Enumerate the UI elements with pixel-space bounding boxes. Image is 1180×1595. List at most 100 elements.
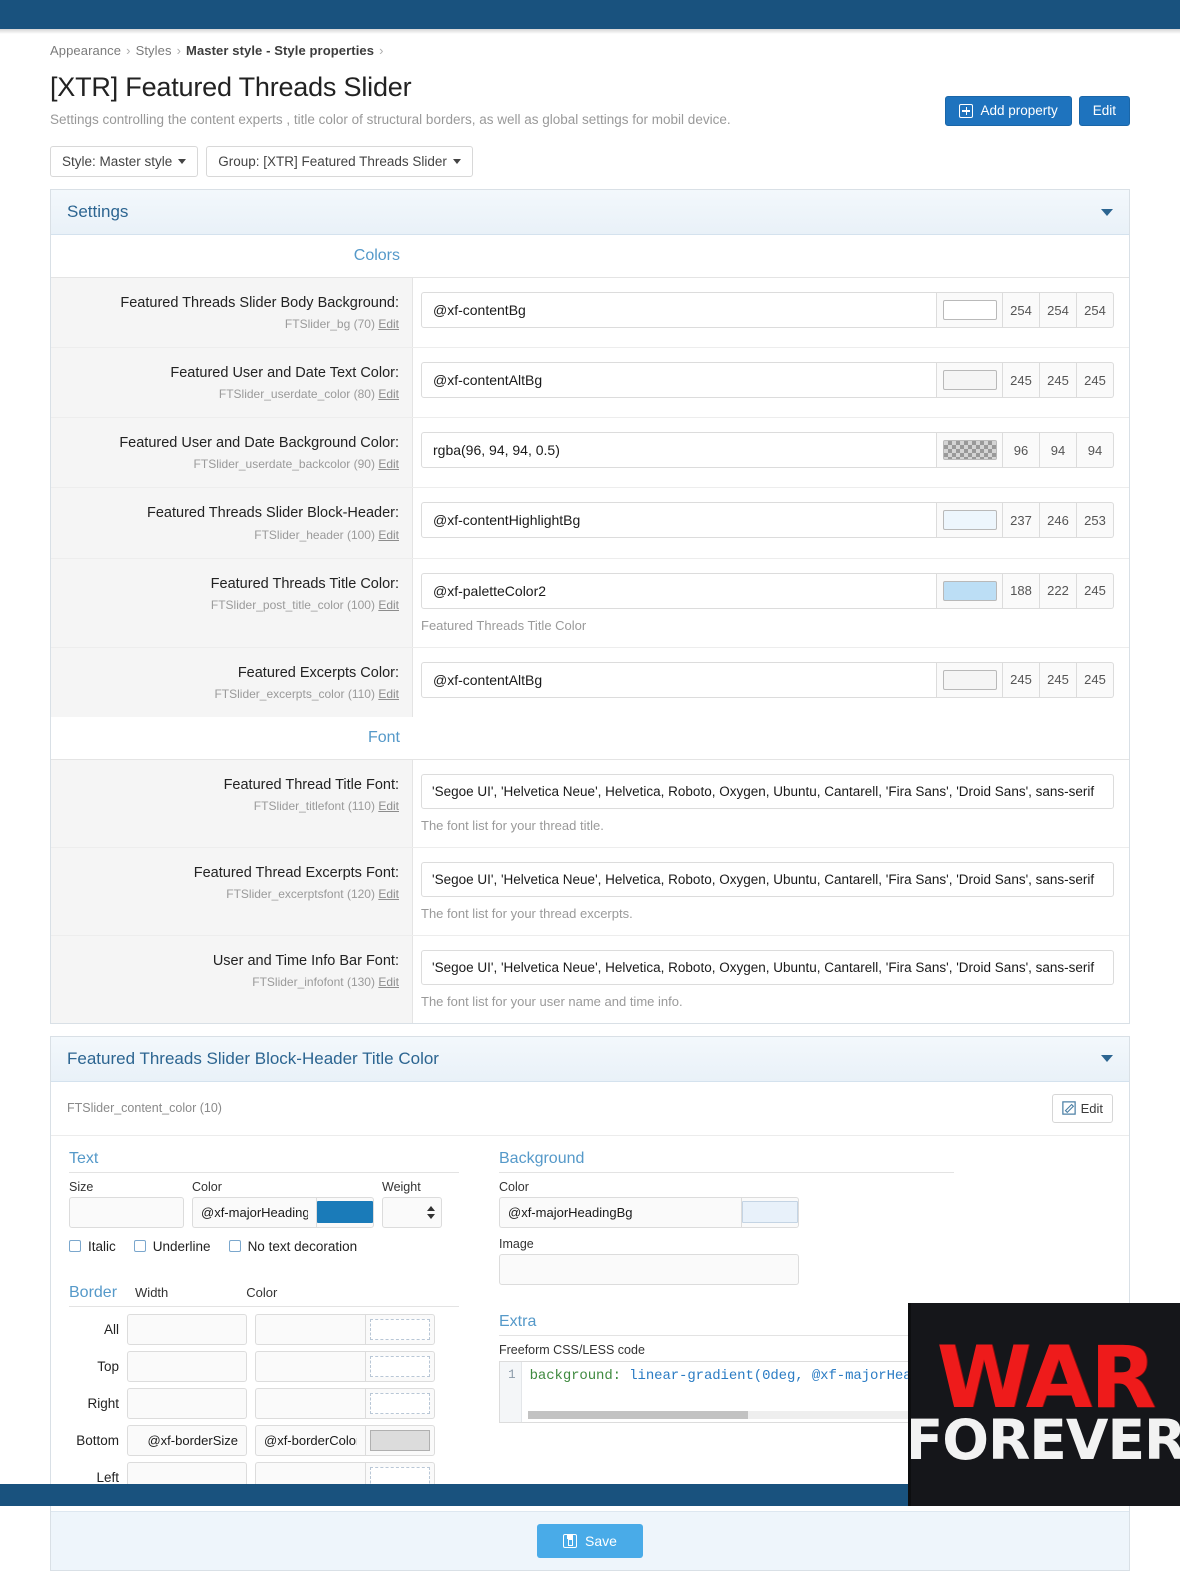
- breadcrumb-separator: ›: [176, 43, 182, 58]
- font-rows-container: Featured Thread Title Font: FTSlider_titl…: [51, 759, 1129, 1023]
- color-swatch-cell[interactable]: [937, 572, 1003, 609]
- text-color-swatch-cell[interactable]: [316, 1196, 374, 1228]
- color-swatch-cell[interactable]: [937, 502, 1003, 539]
- font-value-input[interactable]: [421, 949, 1114, 985]
- font-row-property: FTSlider_excerptsfont (120) Edit: [59, 887, 399, 901]
- breadcrumb-item-appearance[interactable]: Appearance: [50, 43, 121, 58]
- font-row-edit-link[interactable]: Edit: [378, 887, 399, 901]
- rgb-green-value: 94: [1040, 432, 1077, 469]
- border-color-swatch-cell[interactable]: [365, 1313, 435, 1345]
- text-size-input[interactable]: [69, 1196, 184, 1228]
- color-row-edit-link[interactable]: Edit: [378, 687, 399, 701]
- property-id-bar: FTSlider_content_color (10) Edit: [51, 1081, 1129, 1136]
- code-line-number: 1: [500, 1361, 522, 1422]
- color-swatch: [942, 669, 997, 690]
- text-color-input[interactable]: [192, 1196, 316, 1228]
- color-value-input[interactable]: [421, 432, 937, 469]
- border-color-input[interactable]: [255, 1424, 365, 1456]
- color-row-edit-link[interactable]: Edit: [378, 387, 399, 401]
- save-button[interactable]: Save: [537, 1523, 643, 1558]
- font-form-row: User and Time Info Bar Font: FTSlider_inf…: [51, 935, 1129, 1023]
- italic-checkbox[interactable]: Italic: [69, 1239, 116, 1254]
- border-group-header: Border Width Color: [69, 1284, 459, 1307]
- color-form-row: Featured Excerpts Color: FTSlider_excerpt…: [51, 647, 1129, 717]
- property-block-footer: Save: [51, 1510, 1129, 1570]
- breadcrumb-item-master-style[interactable]: Master style - Style properties: [186, 43, 374, 58]
- border-width-input[interactable]: [127, 1350, 247, 1382]
- color-swatch-cell[interactable]: [937, 661, 1003, 698]
- font-row-edit-link[interactable]: Edit: [378, 975, 399, 989]
- style-filter-dropdown[interactable]: Style: Master style: [50, 146, 199, 177]
- group-filter-dropdown[interactable]: Group: [XTR] Featured Threads Slider: [206, 146, 473, 177]
- text-size-label: Size: [69, 1179, 94, 1194]
- text-weight-select[interactable]: [382, 1196, 442, 1228]
- color-row-label: Featured Threads Title Color:: [210, 575, 399, 592]
- add-property-label: Add property: [980, 103, 1058, 119]
- background-color-swatch-cell[interactable]: [741, 1196, 799, 1228]
- property-block-title: Featured Threads Slider Block-Header Tit…: [67, 1048, 439, 1068]
- color-row-edit-link[interactable]: Edit: [378, 528, 399, 542]
- font-form-row: Featured Thread Excerpts Font: FTSlider_e…: [51, 847, 1129, 936]
- watermark-overlay: WAR FOREVER: [908, 1303, 1180, 1506]
- border-side-label: Left: [96, 1469, 119, 1485]
- property-edit-label: Edit: [1080, 1100, 1103, 1116]
- font-row-property-name: FTSlider_titlefont (110): [253, 798, 375, 813]
- rgb-green-value: 254: [1040, 292, 1077, 328]
- background-color-input[interactable]: [499, 1196, 741, 1228]
- triangle-down-icon[interactable]: [1101, 1055, 1113, 1063]
- color-row-property-name: FTSlider_excerpts_color (110): [214, 686, 375, 701]
- code-token-property: background:: [529, 1367, 621, 1384]
- edit-button[interactable]: Edit: [1078, 96, 1130, 126]
- caret-down-icon: [452, 159, 461, 164]
- plus-square-icon: [959, 104, 974, 118]
- border-width-input[interactable]: [127, 1313, 247, 1345]
- border-width-input[interactable]: [127, 1387, 247, 1419]
- color-value-input[interactable]: [421, 661, 937, 698]
- color-value-input[interactable]: [421, 502, 937, 539]
- triangle-down-icon[interactable]: [1101, 208, 1113, 216]
- property-block-header[interactable]: Featured Threads Slider Block-Header Tit…: [51, 1036, 1129, 1082]
- settings-block-header[interactable]: Settings: [51, 190, 1129, 235]
- color-row-edit-link[interactable]: Edit: [378, 598, 399, 612]
- border-color-swatch-cell[interactable]: [365, 1350, 435, 1382]
- font-row-label: Featured Thread Title Font:: [223, 776, 399, 793]
- add-property-button[interactable]: Add property: [945, 96, 1072, 126]
- background-image-input[interactable]: [499, 1253, 799, 1285]
- color-swatch-cell[interactable]: [937, 362, 1003, 399]
- color-form-row: Featured Threads Title Color: FTSlider_po…: [51, 558, 1129, 648]
- color-form-row: Featured Threads Slider Block-Header: FTS…: [51, 488, 1129, 559]
- border-row: Top: [69, 1350, 459, 1382]
- checkbox-icon: [228, 1240, 241, 1253]
- font-value-input[interactable]: [421, 773, 1114, 809]
- font-section-label: Font: [367, 728, 400, 746]
- breadcrumb-separator: ›: [126, 43, 131, 58]
- border-color-swatch-cell[interactable]: [365, 1424, 435, 1456]
- font-row-label-cell: User and Time Info Bar Font: FTSlider_inf…: [51, 935, 413, 1023]
- color-form-row: Featured User and Date Background Color:…: [51, 418, 1129, 489]
- color-value-input[interactable]: [421, 362, 937, 399]
- color-row-edit-link[interactable]: Edit: [378, 457, 399, 471]
- color-swatch: [942, 580, 997, 601]
- border-color-input[interactable]: [255, 1387, 365, 1419]
- border-color-swatch-cell[interactable]: [365, 1387, 435, 1419]
- css-code-editor[interactable]: 1 background: linear-gradient(0deg, @xf-…: [499, 1360, 954, 1423]
- settings-block-title: Settings: [67, 202, 129, 221]
- code-horizontal-scrollbar[interactable]: [528, 1410, 951, 1419]
- border-width-input[interactable]: [127, 1424, 247, 1456]
- no-text-decoration-checkbox[interactable]: No text decoration: [228, 1238, 358, 1254]
- color-swatch-cell[interactable]: [937, 292, 1003, 328]
- color-swatch-cell[interactable]: [937, 432, 1003, 469]
- border-color-input[interactable]: [255, 1350, 365, 1382]
- color-value-input[interactable]: [421, 292, 937, 328]
- font-row-label-cell: Featured Thread Title Font: FTSlider_titl…: [51, 759, 413, 847]
- property-edit-button[interactable]: Edit: [1051, 1093, 1113, 1123]
- no-text-decoration-label: No text decoration: [247, 1238, 358, 1254]
- breadcrumb-item-styles[interactable]: Styles: [136, 43, 172, 58]
- font-value-input[interactable]: [421, 861, 1114, 897]
- underline-checkbox[interactable]: Underline: [133, 1239, 211, 1254]
- breadcrumb-separator: ›: [379, 43, 384, 58]
- color-row-edit-link[interactable]: Edit: [378, 317, 399, 331]
- color-value-input[interactable]: [421, 572, 937, 609]
- font-row-edit-link[interactable]: Edit: [378, 799, 399, 813]
- border-color-input[interactable]: [255, 1313, 365, 1345]
